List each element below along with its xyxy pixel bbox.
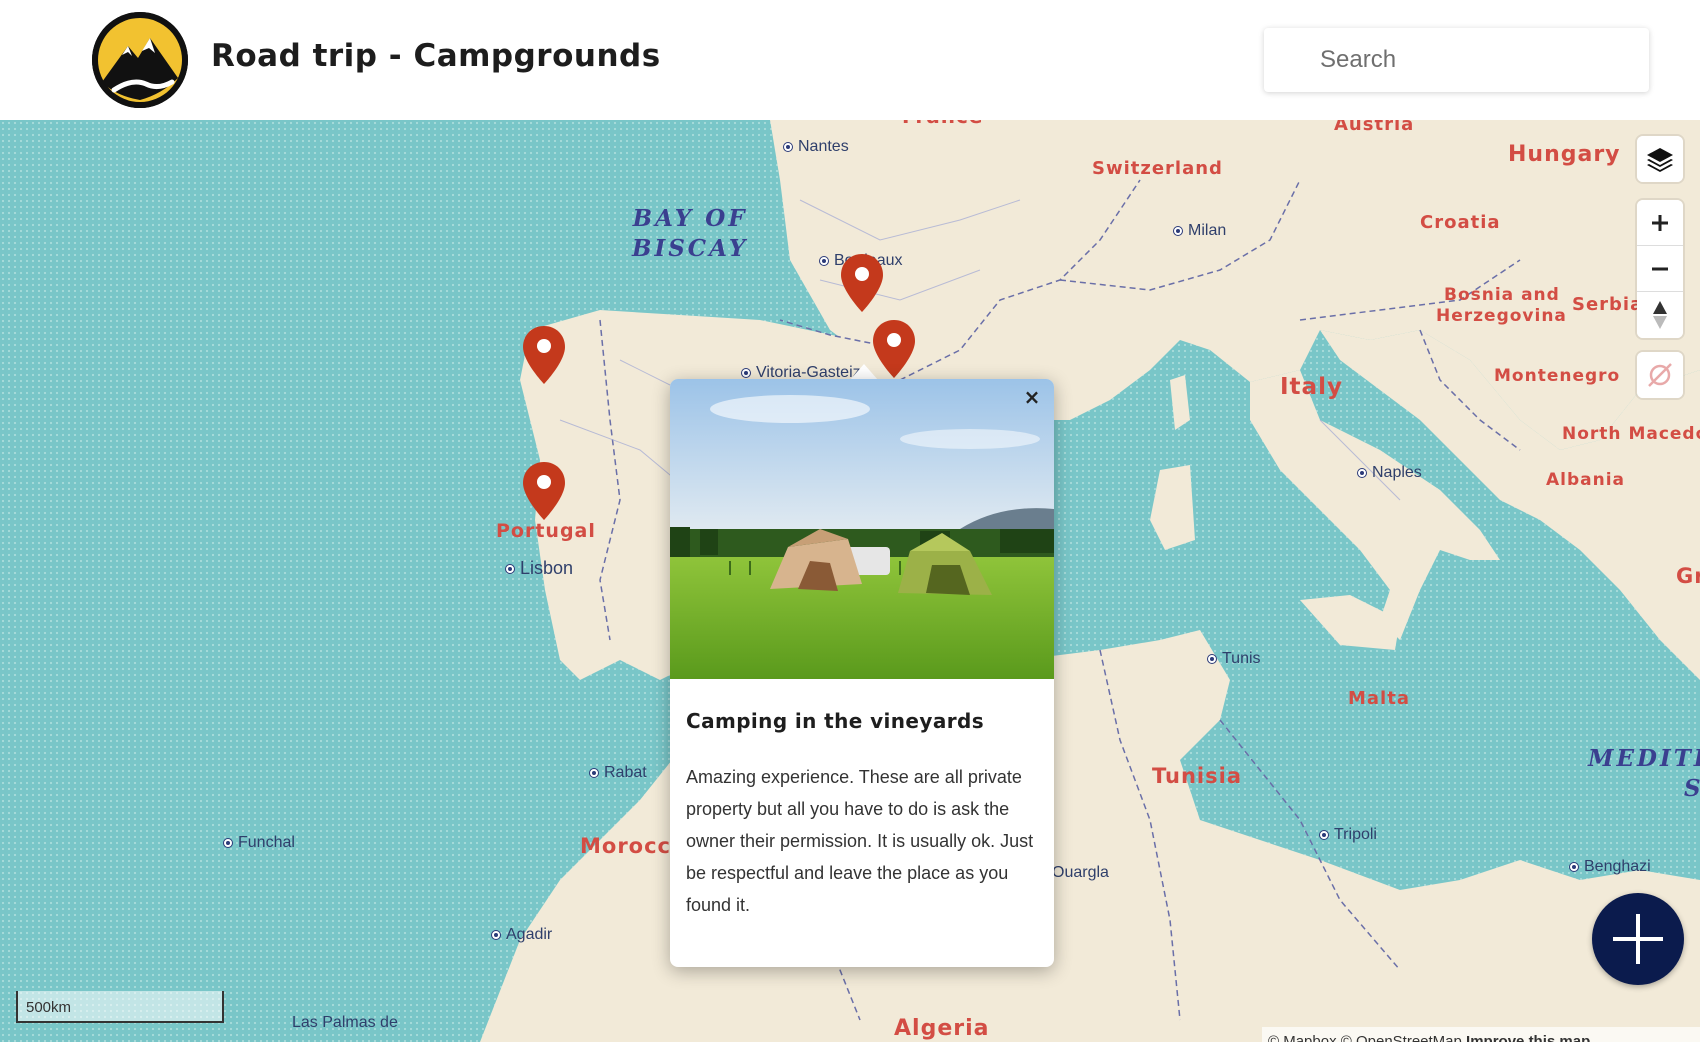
country-label: Malta: [1348, 688, 1410, 709]
city-label: Tripoli: [1320, 826, 1377, 844]
app-header: Road trip - Campgrounds: [0, 0, 1700, 120]
map-attribution[interactable]: © Mapbox © OpenStreetMap Improve this ma…: [1262, 1027, 1700, 1042]
country-label: France: [902, 120, 983, 128]
scale-bar: 500km: [16, 991, 224, 1023]
country-label: Bosnia and: [1444, 285, 1560, 305]
country-label: Montenegro: [1494, 366, 1621, 386]
country-label: Gr: [1676, 564, 1700, 588]
zoom-control: [1637, 200, 1683, 338]
country-label: Italy: [1280, 374, 1343, 400]
city-label: Benghazi: [1570, 858, 1651, 876]
popup-title: Camping in the vineyards: [686, 709, 984, 733]
country-label: Albania: [1546, 470, 1626, 490]
city-label: Lisbon: [506, 558, 573, 579]
campground-marker[interactable]: [523, 462, 565, 520]
mountain-logo-icon: [92, 12, 188, 108]
layers-control: [1637, 136, 1683, 182]
city-label: Las Palmas de: [292, 1014, 398, 1031]
campground-marker[interactable]: [873, 320, 915, 378]
geolocate-off-icon[interactable]: [1637, 352, 1683, 398]
layers-icon[interactable]: [1637, 136, 1683, 182]
zoom-out-icon[interactable]: [1637, 246, 1683, 292]
campground-marker[interactable]: [841, 254, 883, 312]
campground-marker[interactable]: [523, 326, 565, 384]
sea-label-bay-of-biscay: BAY OF BISCAY: [632, 205, 749, 262]
country-label: Portugal: [496, 520, 596, 542]
city-label: Rabat: [590, 764, 647, 782]
country-label: Austria: [1334, 120, 1415, 135]
close-button[interactable]: ×: [1020, 385, 1044, 409]
campground-popup: × Camping in the vineyards Amazing exper…: [670, 379, 1054, 967]
country-label: North Macedonia: [1562, 424, 1700, 444]
city-label: Agadir: [492, 926, 552, 944]
add-campground-button[interactable]: [1592, 893, 1684, 985]
zoom-in-icon[interactable]: [1637, 200, 1683, 246]
sea-label-mediterranean: MEDITES: [1588, 745, 1700, 802]
country-label: Switzerland: [1092, 158, 1223, 179]
popup-description: Amazing experience. These are all privat…: [686, 767, 1034, 915]
city-label: Milan: [1174, 222, 1226, 240]
compass-icon[interactable]: [1637, 292, 1683, 338]
campground-photo: [670, 379, 1054, 679]
search-input[interactable]: [1264, 28, 1649, 92]
city-label: Tunis: [1208, 650, 1261, 668]
country-label: Algeria: [894, 1016, 990, 1041]
country-label: Croatia: [1420, 212, 1501, 233]
city-label: Nantes: [784, 138, 849, 156]
country-label: Herzegovina: [1436, 306, 1567, 326]
city-label: Funchal: [224, 834, 295, 852]
city-label: Ouargla: [1052, 864, 1109, 881]
page-title: Road trip - Campgrounds: [211, 38, 661, 74]
city-label: Naples: [1358, 464, 1422, 482]
popup-tip: [850, 364, 878, 380]
add-icon: [1613, 914, 1663, 964]
country-label: Serbia: [1572, 294, 1644, 315]
geolocate-control: [1637, 352, 1683, 398]
country-label: Tunisia: [1152, 764, 1242, 788]
country-label: Hungary: [1508, 142, 1621, 167]
